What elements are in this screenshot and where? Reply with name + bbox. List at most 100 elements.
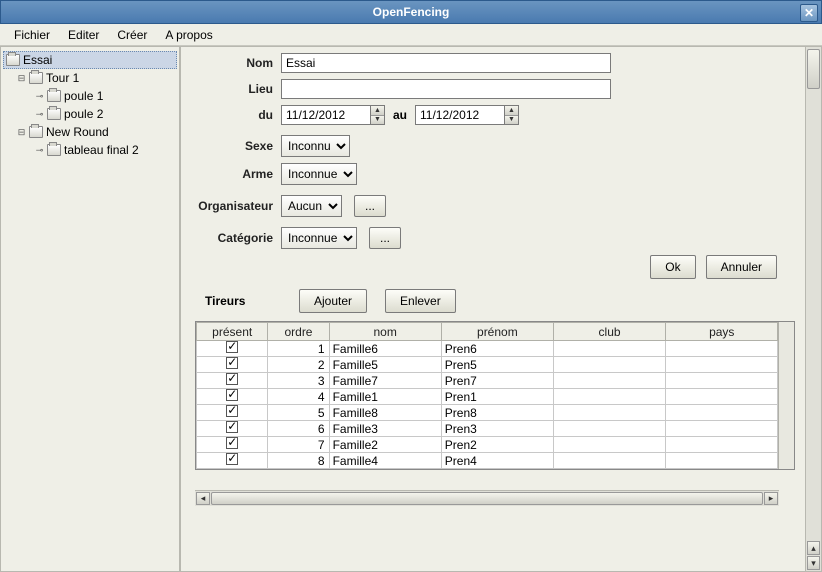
scroll-down-icon[interactable]: ▾ (807, 556, 820, 570)
table-row[interactable]: 6Famille3Pren3 (197, 421, 778, 437)
cell-pays[interactable] (666, 341, 778, 357)
table-row[interactable]: 3Famille7Pren7 (197, 373, 778, 389)
cell-present[interactable] (197, 437, 268, 453)
cell-ordre[interactable]: 8 (268, 453, 329, 469)
cell-prenom[interactable]: Pren3 (441, 421, 553, 437)
tree-item-newround[interactable]: ⊟ New Round (3, 123, 177, 141)
cell-club[interactable] (553, 357, 665, 373)
cell-ordre[interactable]: 1 (268, 341, 329, 357)
checkbox-icon[interactable] (226, 373, 238, 385)
cell-prenom[interactable]: Pren2 (441, 437, 553, 453)
cell-club[interactable] (553, 341, 665, 357)
col-ordre[interactable]: ordre (268, 323, 329, 341)
ok-button[interactable]: Ok (650, 255, 695, 279)
arme-select[interactable]: Inconnue (281, 163, 357, 185)
table-row[interactable]: 7Famille2Pren2 (197, 437, 778, 453)
cell-club[interactable] (553, 373, 665, 389)
cell-pays[interactable] (666, 389, 778, 405)
menu-creer[interactable]: Créer (109, 26, 155, 44)
cell-prenom[interactable]: Pren7 (441, 373, 553, 389)
spin-down-icon[interactable]: ▼ (505, 116, 518, 125)
org-select[interactable]: Aucun (281, 195, 342, 217)
cell-prenom[interactable]: Pren4 (441, 453, 553, 469)
cell-present[interactable] (197, 453, 268, 469)
cell-nom[interactable]: Famille7 (329, 373, 441, 389)
col-club[interactable]: club (553, 323, 665, 341)
lieu-input[interactable] (281, 79, 611, 99)
cell-pays[interactable] (666, 373, 778, 389)
table-row[interactable]: 4Famille1Pren1 (197, 389, 778, 405)
col-pays[interactable]: pays (666, 323, 778, 341)
col-nom[interactable]: nom (329, 323, 441, 341)
cell-ordre[interactable]: 4 (268, 389, 329, 405)
scroll-up-icon[interactable]: ▴ (807, 541, 820, 555)
checkbox-icon[interactable] (226, 437, 238, 449)
vscroll-thumb[interactable] (807, 49, 820, 89)
cell-present[interactable] (197, 341, 268, 357)
table-row[interactable]: 8Famille4Pren4 (197, 453, 778, 469)
cell-club[interactable] (553, 437, 665, 453)
cell-pays[interactable] (666, 437, 778, 453)
cell-nom[interactable]: Famille4 (329, 453, 441, 469)
cell-club[interactable] (553, 421, 665, 437)
cell-pays[interactable] (666, 405, 778, 421)
cell-nom[interactable]: Famille6 (329, 341, 441, 357)
cell-ordre[interactable]: 6 (268, 421, 329, 437)
cell-nom[interactable]: Famille1 (329, 389, 441, 405)
cell-ordre[interactable]: 7 (268, 437, 329, 453)
collapse-icon[interactable]: ⊟ (17, 74, 26, 83)
scroll-left-icon[interactable]: ◂ (196, 492, 210, 505)
tree-item-tableau[interactable]: ⊸ tableau final 2 (3, 141, 177, 159)
cell-present[interactable] (197, 373, 268, 389)
cell-present[interactable] (197, 357, 268, 373)
cell-prenom[interactable]: Pren8 (441, 405, 553, 421)
cell-ordre[interactable]: 5 (268, 405, 329, 421)
table-row[interactable]: 1Famille6Pren6 (197, 341, 778, 357)
cell-present[interactable] (197, 389, 268, 405)
cell-nom[interactable]: Famille5 (329, 357, 441, 373)
date-from-input[interactable] (281, 105, 371, 125)
cell-pays[interactable] (666, 357, 778, 373)
menu-editer[interactable]: Editer (60, 26, 107, 44)
cell-ordre[interactable]: 3 (268, 373, 329, 389)
tree-item-poule1[interactable]: ⊸ poule 1 (3, 87, 177, 105)
menu-fichier[interactable]: Fichier (6, 26, 58, 44)
checkbox-icon[interactable] (226, 421, 238, 433)
table-row[interactable]: 5Famille8Pren8 (197, 405, 778, 421)
checkbox-icon[interactable] (226, 341, 238, 353)
cell-present[interactable] (197, 421, 268, 437)
hscroll-thumb[interactable] (211, 492, 763, 505)
cell-club[interactable] (553, 453, 665, 469)
nom-input[interactable] (281, 53, 611, 73)
cell-nom[interactable]: Famille3 (329, 421, 441, 437)
cell-prenom[interactable]: Pren1 (441, 389, 553, 405)
sexe-select[interactable]: Inconnu (281, 135, 350, 157)
col-present[interactable]: présent (197, 323, 268, 341)
cell-club[interactable] (553, 405, 665, 421)
table-vscrollbar[interactable] (778, 322, 794, 469)
tree-item-poule2[interactable]: ⊸ poule 2 (3, 105, 177, 123)
tree-item-tour1[interactable]: ⊟ Tour 1 (3, 69, 177, 87)
date-from-spinner[interactable]: ▲▼ (371, 105, 385, 125)
scroll-right-icon[interactable]: ▸ (764, 492, 778, 505)
col-prenom[interactable]: prénom (441, 323, 553, 341)
cell-nom[interactable]: Famille8 (329, 405, 441, 421)
hscrollbar[interactable]: ◂ ▸ (195, 490, 779, 506)
date-to-spinner[interactable]: ▲▼ (505, 105, 519, 125)
close-icon[interactable]: ✕ (800, 4, 818, 22)
collapse-icon[interactable]: ⊟ (17, 128, 26, 137)
checkbox-icon[interactable] (226, 405, 238, 417)
date-to-input[interactable] (415, 105, 505, 125)
cell-pays[interactable] (666, 453, 778, 469)
menu-apropos[interactable]: A propos (157, 26, 220, 44)
cancel-button[interactable]: Annuler (706, 255, 777, 279)
cat-select[interactable]: Inconnue (281, 227, 357, 249)
spin-up-icon[interactable]: ▲ (371, 106, 384, 116)
tree-root[interactable]: Essai (3, 51, 177, 69)
cell-prenom[interactable]: Pren6 (441, 341, 553, 357)
vscrollbar[interactable]: ▴ ▾ (805, 47, 821, 571)
cell-club[interactable] (553, 389, 665, 405)
checkbox-icon[interactable] (226, 389, 238, 401)
spin-up-icon[interactable]: ▲ (505, 106, 518, 116)
cell-nom[interactable]: Famille2 (329, 437, 441, 453)
